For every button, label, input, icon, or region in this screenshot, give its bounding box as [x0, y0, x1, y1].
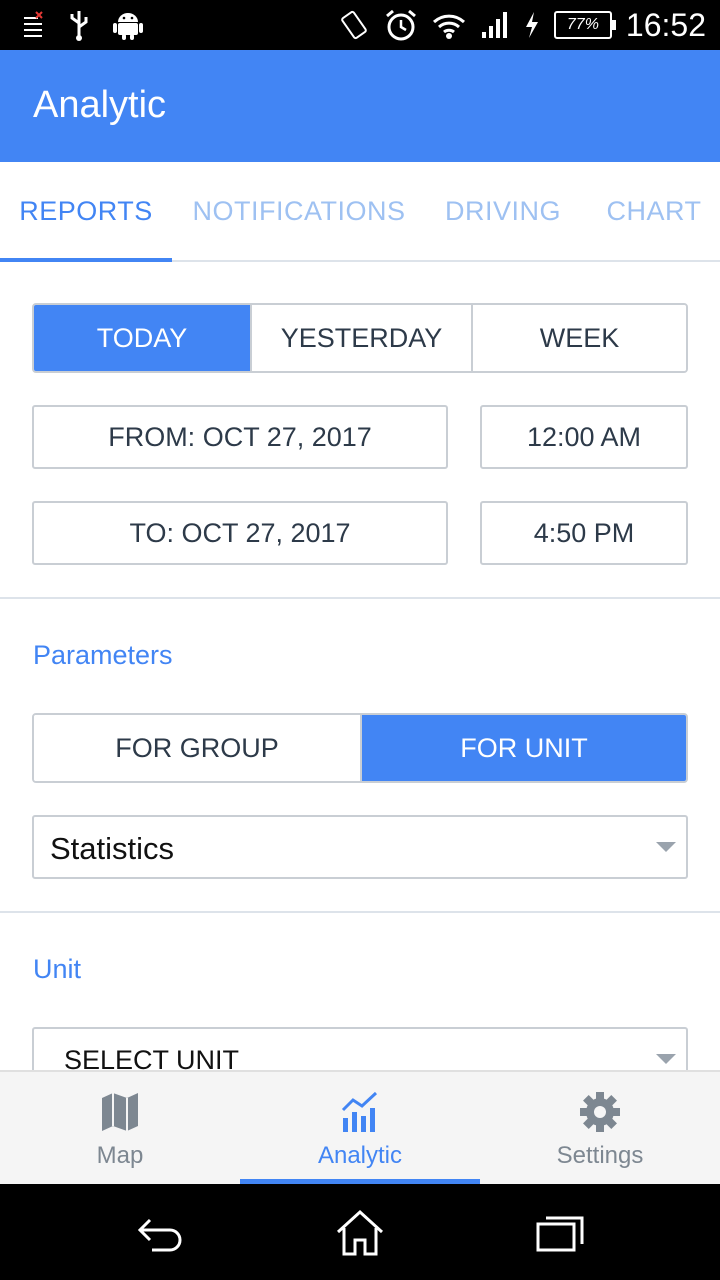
to-time-button[interactable]: 4:50 PM — [480, 501, 688, 565]
tab-notifications[interactable]: NOTIFICATIONS — [178, 162, 420, 260]
tab-chart[interactable]: CHART — [592, 162, 716, 260]
page-title: Analytic — [33, 84, 167, 126]
home-icon[interactable] — [330, 1206, 390, 1258]
wifi-icon — [432, 14, 465, 39]
nav-settings-label: Settings — [556, 1142, 644, 1169]
status-bar-left — [20, 8, 144, 42]
usb-icon — [70, 11, 88, 41]
status-bar-right: 77% 16:52 — [338, 6, 706, 44]
tab-bar: REPORTS NOTIFICATIONS DRIVING CHART — [0, 162, 720, 262]
report-type-select[interactable]: Statistics — [32, 815, 688, 879]
section-divider — [0, 911, 720, 913]
unit-heading: Unit — [33, 954, 82, 984]
section-divider — [0, 597, 720, 599]
notification-list-icon — [24, 11, 43, 37]
back-icon[interactable] — [130, 1206, 190, 1258]
app-bar: Analytic — [0, 50, 720, 162]
signal-icon — [481, 12, 507, 38]
yesterday-button[interactable]: YESTERDAY — [250, 305, 471, 371]
week-button[interactable]: WEEK — [471, 305, 686, 371]
clock: 16:52 — [625, 6, 706, 43]
android-icon — [113, 13, 143, 40]
chevron-down-icon — [656, 1054, 676, 1064]
parameters-heading: Parameters — [33, 640, 173, 670]
today-button[interactable]: TODAY — [34, 305, 250, 371]
map-icon — [102, 1093, 138, 1131]
battery-indicator: 77% — [553, 11, 616, 39]
from-time-button[interactable]: 12:00 AM — [480, 405, 688, 469]
nav-analytic-label: Analytic — [317, 1142, 403, 1169]
to-date-button[interactable]: TO: OCT 27, 2017 — [32, 501, 448, 565]
nav-map[interactable]: Map — [0, 1072, 240, 1184]
status-bar: 77% 16:52 — [0, 0, 720, 50]
gear-icon — [580, 1092, 620, 1132]
system-navigation-bar — [0, 1184, 720, 1280]
chevron-down-icon — [656, 842, 676, 852]
bottom-navigation: Map Analytic Settings — [0, 1070, 720, 1184]
nav-analytic[interactable]: Analytic — [240, 1072, 480, 1184]
for-group-button[interactable]: FOR GROUP — [34, 715, 360, 781]
scope-selector: FOR GROUP FOR UNIT — [32, 713, 688, 783]
recent-apps-icon[interactable] — [530, 1206, 590, 1258]
nav-settings[interactable]: Settings — [480, 1072, 720, 1184]
tab-driving[interactable]: DRIVING — [430, 162, 576, 260]
report-type-value: Statistics — [50, 831, 175, 866]
alarm-icon — [385, 9, 416, 41]
rotate-icon — [341, 10, 367, 40]
charging-icon — [525, 12, 538, 38]
tab-indicator — [0, 258, 172, 262]
bar-chart-icon — [341, 1091, 378, 1132]
from-date-button[interactable]: FROM: OCT 27, 2017 — [32, 405, 448, 469]
for-unit-button[interactable]: FOR UNIT — [360, 715, 686, 781]
period-selector: TODAY YESTERDAY WEEK — [32, 303, 688, 373]
nav-map-label: Map — [96, 1142, 144, 1169]
tab-reports[interactable]: REPORTS — [0, 162, 172, 260]
